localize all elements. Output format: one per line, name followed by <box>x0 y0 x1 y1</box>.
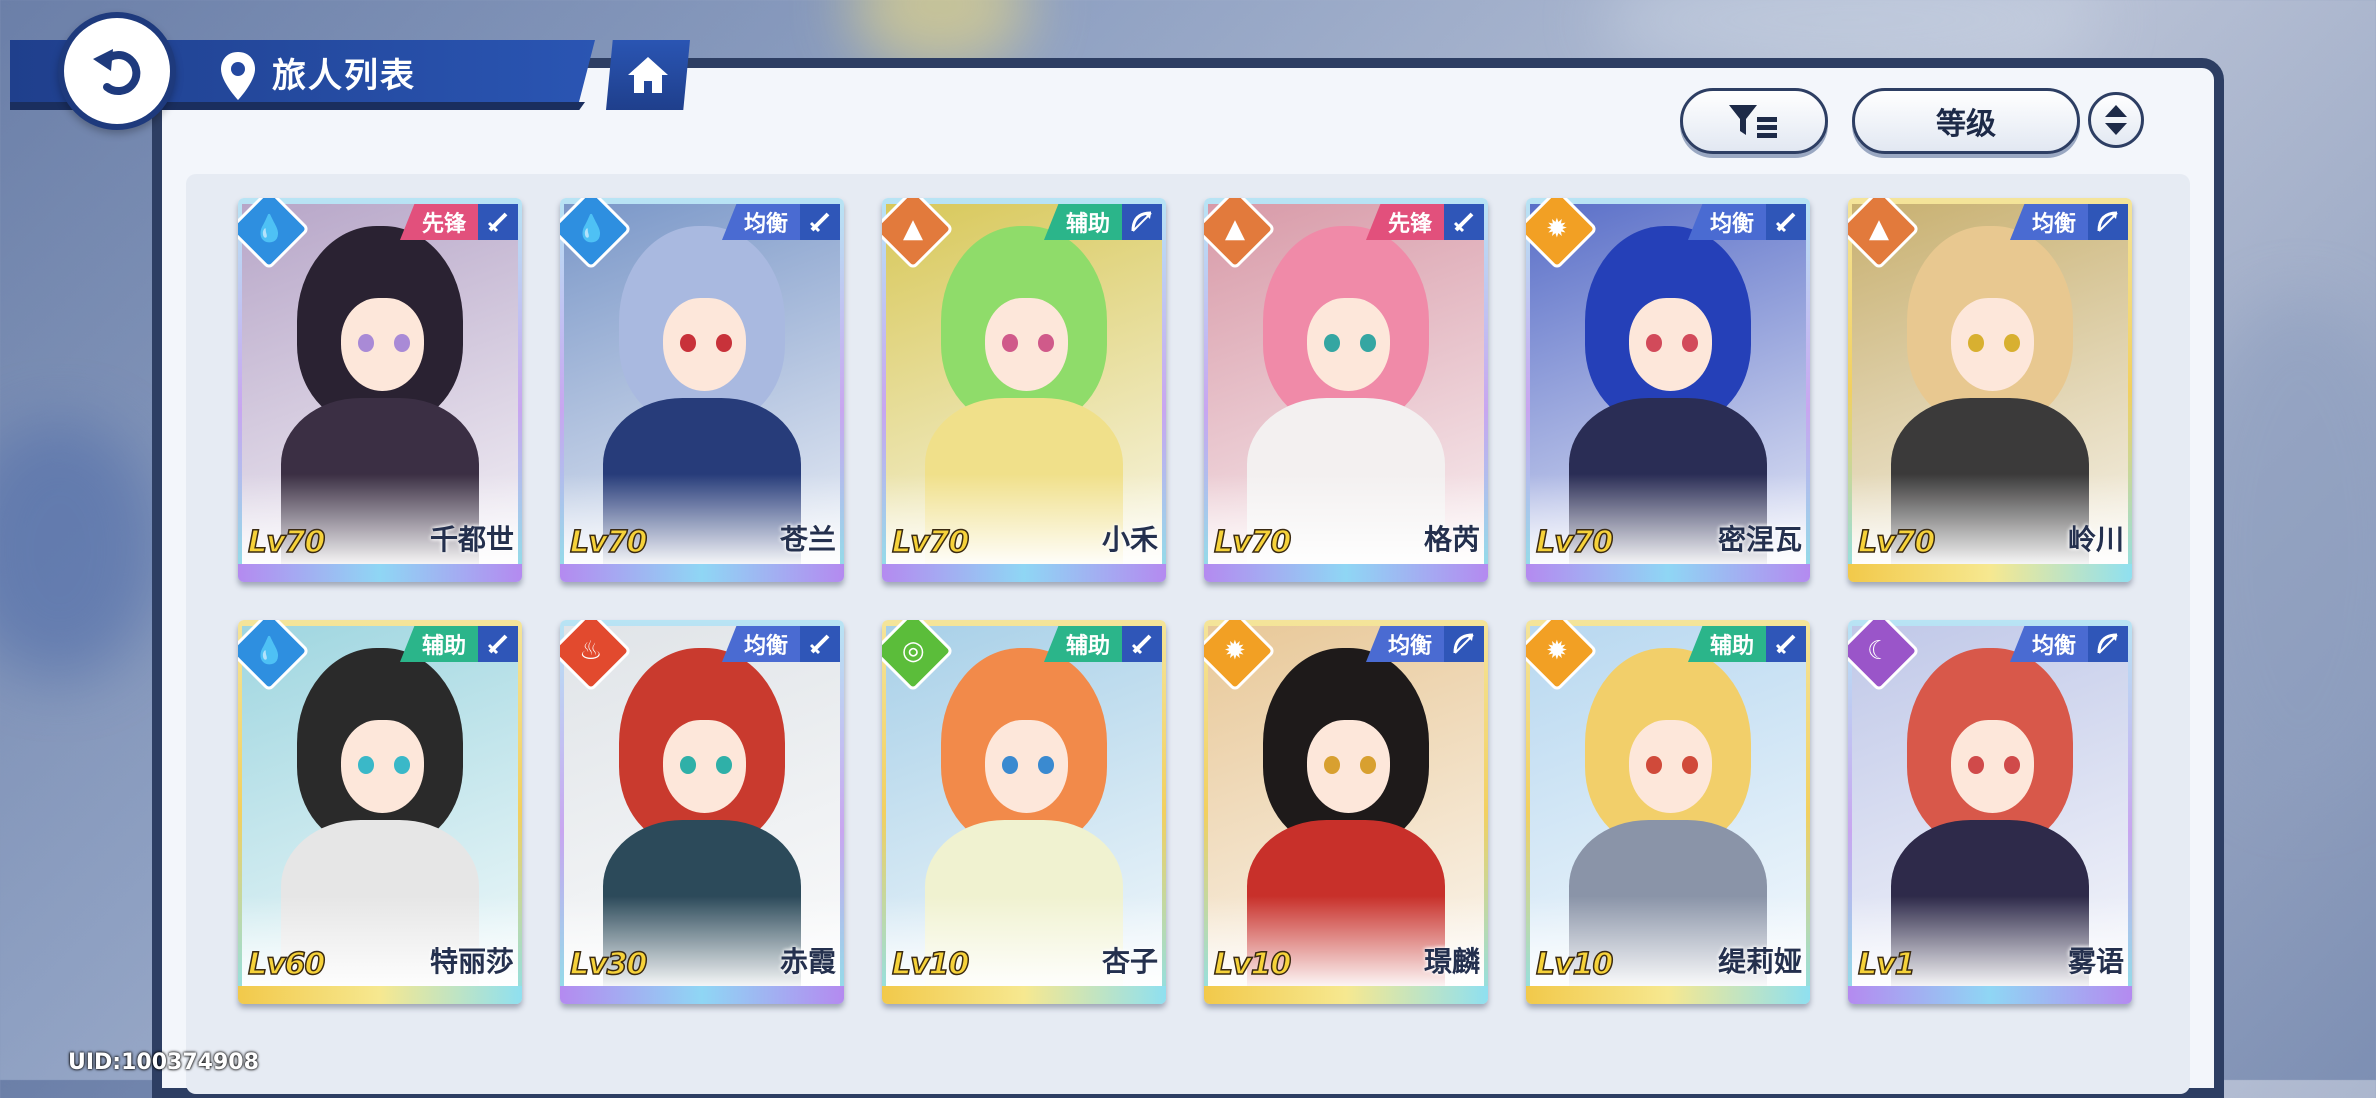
bow-icon <box>1122 204 1162 240</box>
sword-icon <box>800 626 840 662</box>
rarity-bar <box>882 986 1166 1004</box>
character-name: 岭川 <box>2067 523 2124 556</box>
back-arrow-icon <box>93 49 141 95</box>
character-name: 赤霞 <box>779 945 836 978</box>
character-name: 缇莉娅 <box>1717 945 1802 978</box>
character-card[interactable]: 辅助 ✹ Lv10 缇莉娅 <box>1526 620 1810 1004</box>
location-pin-icon <box>221 52 255 100</box>
level-label: Lv10 <box>1213 946 1292 983</box>
character-card[interactable]: 均衡 ♨ Lv30 赤霞 <box>560 620 844 1004</box>
sword-icon <box>800 204 840 240</box>
level-label: Lv60 <box>247 946 326 983</box>
character-name: 特丽莎 <box>429 945 514 978</box>
rarity-bar <box>238 564 522 582</box>
level-label: Lv70 <box>891 524 970 561</box>
sort-by-label: 等级 <box>1936 107 1996 142</box>
character-name: 千都世 <box>429 523 514 556</box>
background-scenery <box>0 420 160 680</box>
rarity-bar <box>882 564 1166 582</box>
rarity-bar <box>1848 564 2132 582</box>
level-label: Lv70 <box>1535 524 1614 561</box>
home-icon <box>628 57 668 93</box>
sword-icon <box>478 626 518 662</box>
bow-icon <box>2088 626 2128 662</box>
sword-icon <box>1766 626 1806 662</box>
rarity-bar <box>560 986 844 1004</box>
character-name: 小禾 <box>1101 523 1158 556</box>
bow-icon <box>2088 204 2128 240</box>
rarity-bar <box>1848 986 2132 1004</box>
character-name: 璟麟 <box>1423 945 1480 978</box>
filter-icon <box>1729 105 1777 138</box>
page-title: 旅人列表 <box>272 56 416 96</box>
character-card[interactable]: 均衡 ▲ Lv70 岭川 <box>1848 198 2132 582</box>
character-name: 密涅瓦 <box>1717 523 1802 556</box>
sword-icon <box>1444 204 1484 240</box>
level-label: Lv70 <box>569 524 648 561</box>
sort-toggle-icon <box>2105 105 2127 135</box>
level-label: Lv30 <box>569 946 648 983</box>
level-label: Lv1 <box>1857 946 1916 983</box>
character-card[interactable]: 辅助 ▲ Lv70 小禾 <box>882 198 1166 582</box>
level-label: Lv10 <box>891 946 970 983</box>
character-name: 杏子 <box>1101 945 1158 978</box>
character-card[interactable]: 均衡 💧 Lv70 苍兰 <box>560 198 844 582</box>
character-name: 雾语 <box>2067 945 2124 978</box>
rarity-bar <box>560 564 844 582</box>
character-card[interactable]: 均衡 ✹ Lv10 璟麟 <box>1204 620 1488 1004</box>
level-label: Lv70 <box>1213 524 1292 561</box>
sort-order-toggle[interactable] <box>2088 92 2144 148</box>
user-id: UID:100374908 <box>68 1050 259 1075</box>
back-button[interactable] <box>58 12 176 130</box>
sword-icon <box>478 204 518 240</box>
rarity-bar <box>1204 564 1488 582</box>
character-card[interactable]: 先锋 ▲ Lv70 格芮 <box>1204 198 1488 582</box>
rarity-bar <box>238 986 522 1004</box>
rarity-bar <box>1526 986 1810 1004</box>
home-button[interactable] <box>606 40 690 110</box>
character-name: 格芮 <box>1423 523 1480 556</box>
level-label: Lv70 <box>247 524 326 561</box>
filter-button[interactable] <box>1680 88 1828 154</box>
character-card[interactable]: 辅助 ◎ Lv10 杏子 <box>882 620 1166 1004</box>
sort-by-button[interactable]: 等级 <box>1852 88 2080 154</box>
character-card[interactable]: 均衡 ☾ Lv1 雾语 <box>1848 620 2132 1004</box>
sword-icon <box>1122 626 1162 662</box>
rarity-bar <box>1204 986 1488 1004</box>
character-card[interactable]: 先锋 💧 Lv70 千都世 <box>238 198 522 582</box>
level-label: Lv10 <box>1535 946 1614 983</box>
character-card[interactable]: 辅助 💧 Lv60 特丽莎 <box>238 620 522 1004</box>
character-card[interactable]: 均衡 ✹ Lv70 密涅瓦 <box>1526 198 1810 582</box>
bow-icon <box>1444 626 1484 662</box>
rarity-bar <box>1526 564 1810 582</box>
level-label: Lv70 <box>1857 524 1936 561</box>
character-name: 苍兰 <box>779 523 836 556</box>
sword-icon <box>1766 204 1806 240</box>
